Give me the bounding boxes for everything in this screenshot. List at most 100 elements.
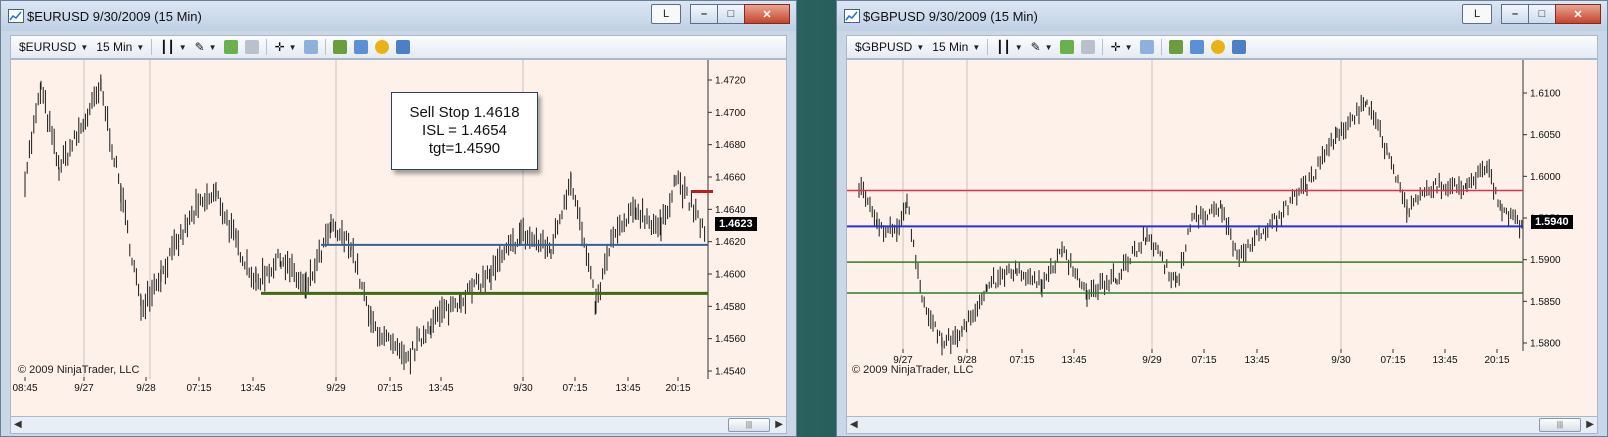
interval-selector[interactable]: 15 Min ▼: [932, 40, 980, 54]
drawing-tools-button[interactable]: ✎ ▼: [195, 40, 217, 54]
copyright-text: © 2009 NinjaTrader, LLC: [852, 364, 974, 376]
maximize-button[interactable]: □: [717, 4, 745, 24]
data-box-icon[interactable]: [1231, 40, 1246, 54]
chart-style-button[interactable]: ┃┃ ▼: [160, 40, 186, 54]
y-tick-label: 1.4540: [715, 367, 746, 378]
bar-chart-icon: ┃┃: [160, 40, 175, 54]
x-tick-label: 20:15: [1484, 355, 1509, 366]
last-price-tag: 1.5940: [1531, 215, 1573, 229]
scroll-thumb[interactable]: |||: [728, 418, 770, 432]
properties-icon[interactable]: [1139, 40, 1154, 54]
drawing-tools-button[interactable]: ✎ ▼: [1031, 40, 1053, 54]
strategies-icon[interactable]: [1168, 40, 1183, 54]
indicators-icon[interactable]: [1189, 40, 1204, 54]
x-tick-label: 07:15: [377, 383, 402, 394]
x-tick-label: 13:45: [428, 383, 453, 394]
chart-style-button[interactable]: ┃┃ ▼: [996, 40, 1022, 54]
strategies-icon[interactable]: [332, 40, 347, 54]
y-tick-label: 1.5800: [1530, 339, 1561, 350]
y-tick-label: 1.6050: [1530, 130, 1561, 141]
y-tick-label: 1.5900: [1530, 255, 1561, 266]
eurusd-chart-window[interactable]: $EURUSD 9/30/2009 (15 Min) L – □ ✕ $EURU…: [0, 0, 797, 437]
y-tick-label: 1.4640: [715, 205, 746, 216]
y-tick-label: 1.5850: [1530, 297, 1561, 308]
scroll-thumb[interactable]: |||: [1539, 418, 1581, 432]
indicators-icon[interactable]: [353, 40, 368, 54]
y-tick-label: 1.4660: [715, 173, 746, 184]
x-tick-label: 07:15: [1191, 355, 1216, 366]
title-bar[interactable]: $EURUSD 9/30/2009 (15 Min) L – □ ✕: [1, 1, 796, 31]
y-tick-label: 1.4620: [715, 237, 746, 248]
data-box-icon[interactable]: [395, 40, 410, 54]
interval-label: 15 Min: [932, 40, 969, 54]
crosshair-button[interactable]: ✛ ▼: [275, 40, 297, 54]
zoom-out-icon[interactable]: [1080, 40, 1095, 54]
chart-app-icon: [844, 9, 860, 23]
crosshair-icon: ✛: [1110, 40, 1121, 54]
chevron-down-icon: ▼: [1124, 42, 1133, 52]
toolbar-separator: [1101, 39, 1103, 55]
x-tick-label: 9/28: [136, 383, 156, 394]
maximize-icon: □: [727, 8, 735, 20]
last-price-tag: 1.4623: [715, 217, 757, 231]
x-tick-label: 07:15: [1009, 355, 1034, 366]
horizontal-scrollbar[interactable]: ◀ ||| ▶: [10, 416, 787, 434]
y-tick-label: 1.4580: [715, 302, 746, 313]
x-tick-label: 20:15: [665, 383, 690, 394]
chevron-down-icon: ▼: [972, 42, 981, 52]
instrument-selector[interactable]: $EURUSD ▼: [19, 40, 88, 54]
link-button[interactable]: L: [1462, 4, 1492, 24]
order-icon[interactable]: [374, 40, 389, 54]
x-tick-label: 13:45: [240, 383, 265, 394]
price-chart[interactable]: 1.4720 1.4700 1.4680 1.4660 1.4640 1.4620 1.46…: [10, 59, 787, 422]
x-tick-label: 9/30: [513, 383, 533, 394]
chart-toolbar: $EURUSD ▼ 15 Min ▼ ┃┃ ▼ ✎ ▼ ✛ ▼: [10, 35, 787, 59]
toolbar-separator: [1160, 39, 1162, 55]
trade-note[interactable]: Sell Stop 1.4618 ISL = 1.4654 tgt=1.4590: [391, 92, 538, 170]
close-button[interactable]: ✕: [744, 4, 790, 24]
title-bar[interactable]: $GBPUSD 9/30/2009 (15 Min) L – □ ✕: [837, 1, 1607, 31]
x-tick-label: 9/30: [1331, 355, 1351, 366]
properties-icon[interactable]: [303, 40, 318, 54]
zoom-in-icon[interactable]: [223, 40, 238, 54]
note-line: tgt=1.4590: [428, 140, 501, 157]
link-button[interactable]: L: [651, 4, 681, 24]
instrument-selector[interactable]: $GBPUSD ▼: [855, 40, 924, 54]
y-tick-label: 1.4560: [715, 334, 746, 345]
y-tick-label: 1.4680: [715, 140, 746, 151]
crosshair-button[interactable]: ✛ ▼: [1111, 40, 1133, 54]
scroll-left-icon[interactable]: ◀: [850, 419, 858, 430]
zoom-out-icon[interactable]: [244, 40, 259, 54]
price-chart[interactable]: 1.61001.60501.60001.59501.59001.58501.58…: [846, 59, 1598, 422]
x-tick-label: 07:15: [186, 383, 211, 394]
toolbar-separator: [987, 39, 989, 55]
chevron-down-icon: ▼: [208, 42, 217, 52]
zoom-in-icon[interactable]: [1059, 40, 1074, 54]
minimize-button[interactable]: –: [1501, 4, 1529, 24]
crosshair-icon: ✛: [274, 40, 285, 54]
maximize-button[interactable]: □: [1528, 4, 1556, 24]
gbpusd-chart-window[interactable]: $GBPUSD 9/30/2009 (15 Min) L – □ ✕ $GBPU…: [836, 0, 1608, 437]
x-tick-label: 13:45: [1061, 355, 1086, 366]
x-tick-label: 13:45: [1244, 355, 1269, 366]
minimize-icon: –: [700, 8, 708, 20]
scroll-right-icon[interactable]: ▶: [775, 419, 783, 430]
instrument-label: $EURUSD: [19, 40, 77, 54]
note-line: Sell Stop 1.4618: [409, 104, 520, 121]
scroll-right-icon[interactable]: ▶: [1586, 419, 1594, 430]
minimize-button[interactable]: –: [690, 4, 718, 24]
scroll-left-icon[interactable]: ◀: [14, 419, 22, 430]
x-tick-label: 9/29: [326, 383, 346, 394]
interval-selector[interactable]: 15 Min ▼: [96, 40, 144, 54]
window-title: $EURUSD 9/30/2009 (15 Min): [27, 9, 202, 24]
chevron-down-icon: ▼: [288, 42, 297, 52]
y-tick-label: 1.6100: [1530, 89, 1561, 100]
order-icon[interactable]: [1210, 40, 1225, 54]
x-tick-label: 07:15: [1380, 355, 1405, 366]
x-tick-label: 9/27: [74, 383, 94, 394]
close-button[interactable]: ✕: [1555, 4, 1601, 24]
x-tick-label: 13:45: [615, 383, 640, 394]
bar-chart-icon: ┃┃: [996, 40, 1011, 54]
chart-app-icon: [8, 9, 24, 23]
horizontal-scrollbar[interactable]: ◀ ||| ▶: [846, 416, 1598, 434]
